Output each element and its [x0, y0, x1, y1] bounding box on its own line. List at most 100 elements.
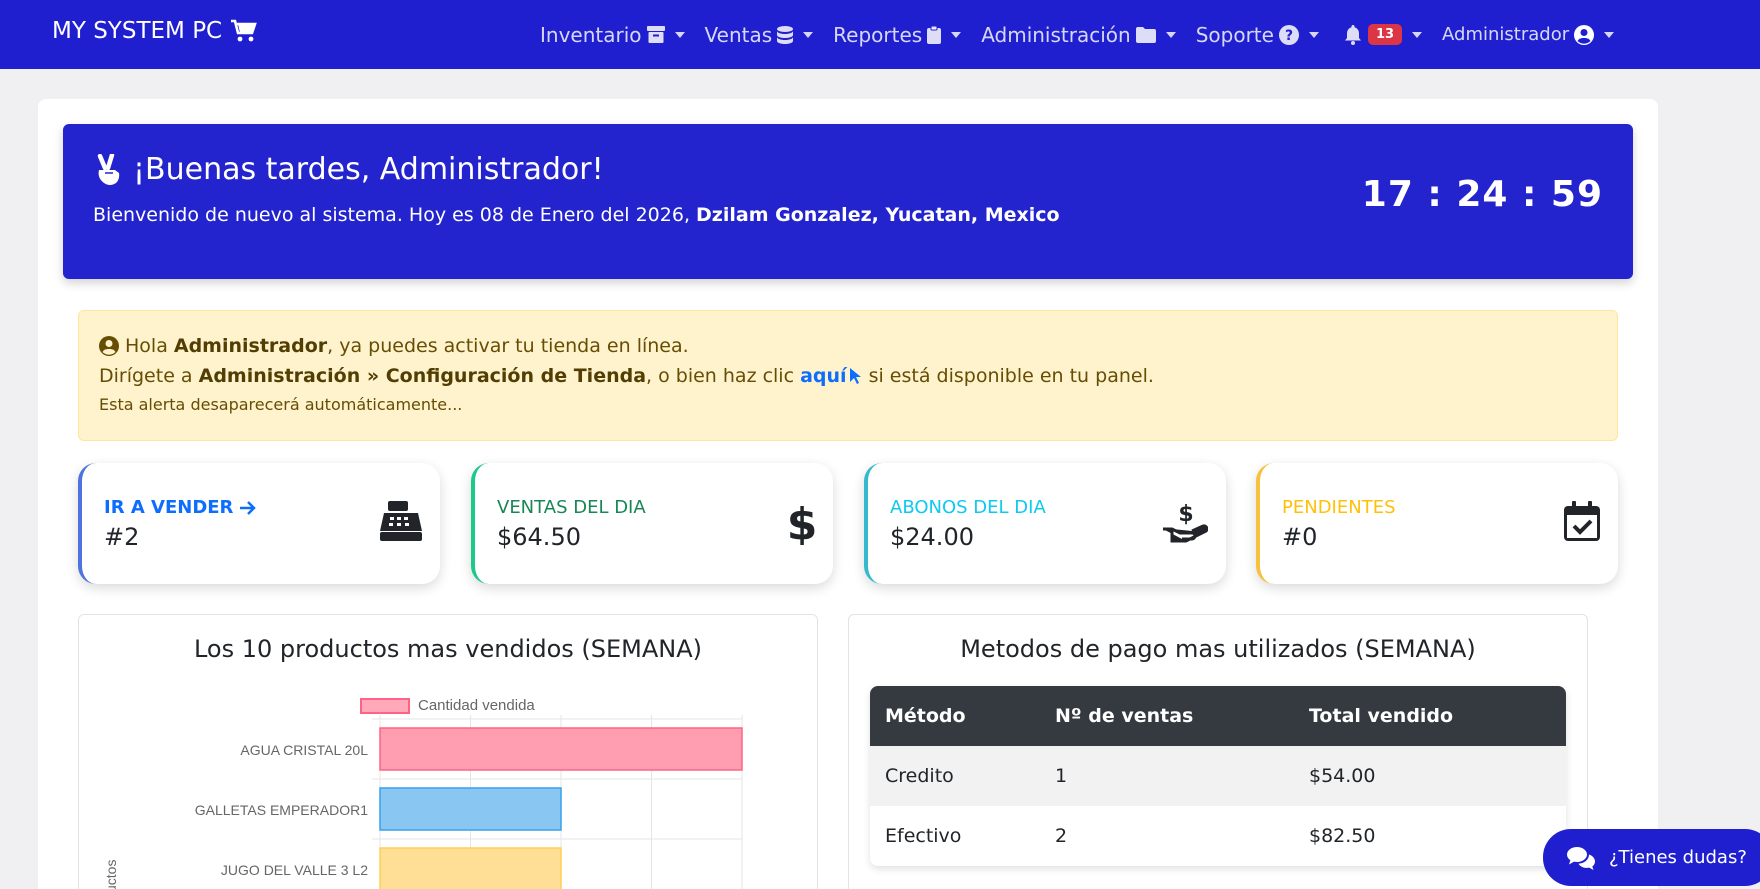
card-label: PENDIENTES [1282, 497, 1396, 518]
nav-user-menu[interactable]: Administrador [1442, 24, 1615, 45]
cash-register-icon [380, 501, 422, 541]
chevron-down-icon [1165, 31, 1176, 38]
welcome-banner: ¡Buenas tardes, Administrador! Bienvenid… [63, 124, 1633, 279]
shopping-cart-icon [231, 19, 257, 42]
card-value: #0 [1282, 523, 1318, 551]
legend-swatch [360, 697, 410, 714]
archive-icon [646, 26, 665, 43]
welcome-subtitle: Bienvenido de nuevo al sistema. Hoy es 0… [93, 204, 1060, 226]
card-label: IR A VENDER [104, 497, 257, 518]
table-cell: Credito [870, 746, 1040, 806]
card-abonos-del-dia[interactable]: ABONOS DEL DIA $24.00 $ [864, 463, 1226, 584]
cursor-pointer-icon [849, 368, 861, 384]
table-cell: 1 [1040, 746, 1294, 806]
category-label: AGUA CRISTAL 20L [240, 742, 368, 758]
table-cell: $82.50 [1294, 806, 1566, 866]
bar-1[interactable] [379, 727, 743, 771]
category-label: GALLETAS EMPERADOR1 [195, 802, 368, 818]
top-navbar: MY SYSTEM PC Inventario Ventas Reportes … [0, 0, 1760, 69]
nav-ventas-label: Ventas [704, 22, 773, 47]
card-pendientes[interactable]: PENDIENTES #0 [1256, 463, 1618, 584]
card-ventas-del-dia[interactable]: VENTAS DEL DIA $64.50 $ [471, 463, 833, 584]
nav-inventario[interactable]: Inventario [540, 23, 685, 47]
nav-administracion[interactable]: Administración [981, 23, 1176, 47]
chevron-down-icon [674, 31, 685, 38]
svg-text:$: $ [1178, 502, 1193, 527]
table-cell: 2 [1040, 806, 1294, 866]
payments-title: Metodos de pago mas utilizados (SEMANA) [960, 635, 1476, 663]
table-header: Total vendido [1294, 686, 1566, 746]
clipboard-icon [927, 25, 942, 44]
table-row: Efectivo 2 $82.50 [870, 806, 1566, 866]
store-alert: Hola Administrador, ya puedes activar tu… [78, 310, 1618, 441]
chevron-down-icon [1308, 31, 1319, 38]
peace-hand-icon [97, 153, 120, 185]
nav-notifications[interactable]: 13 [1339, 24, 1423, 45]
bar-2[interactable] [379, 787, 562, 831]
nav-reportes[interactable]: Reportes [833, 22, 962, 47]
calendar-check-icon [1564, 501, 1600, 541]
nav-soporte-label: Soporte [1195, 22, 1274, 47]
alert-text: Dirígete a [99, 365, 199, 387]
svg-text:?: ? [1285, 28, 1293, 44]
folder-icon [1135, 26, 1156, 43]
greeting-text: ¡Buenas tardes, Administrador! [133, 152, 604, 187]
comments-icon [1567, 846, 1595, 870]
card-value: $64.50 [497, 523, 581, 551]
chat-help-label: ¿Tienes dudas? [1609, 847, 1747, 868]
top-products-chart: AGUA CRISTAL 20L GALLETAS EMPERADOR1 JUGO … [103, 715, 743, 889]
table-header-row: Método Nº de ventas Total vendido [870, 686, 1566, 746]
database-icon [777, 25, 794, 44]
nav-administracion-label: Administración [981, 22, 1131, 47]
alert-user: Administrador [173, 335, 328, 357]
chart-legend[interactable]: Cantidad vendida [360, 697, 535, 714]
table-row: Credito 1 $54.00 [870, 746, 1566, 806]
alert-link-aqui[interactable]: aquí [800, 361, 846, 391]
bell-icon [1344, 24, 1361, 45]
chat-help-button[interactable]: ¿Tienes dudas? [1543, 829, 1760, 886]
nav-reportes-label: Reportes [833, 22, 923, 47]
card-value: #2 [104, 523, 140, 551]
top-products-title: Los 10 productos mas vendidos (SEMANA) [193, 635, 703, 663]
legend-label: Cantidad vendida [418, 697, 535, 714]
nav-user-label: Administrador [1442, 24, 1570, 45]
nav-menu: Inventario Ventas Reportes Administració… [540, 0, 1634, 69]
payments-table: Método Nº de ventas Total vendido Credit… [870, 686, 1566, 866]
arrow-right-icon [240, 500, 257, 515]
table-cell: $54.00 [1294, 746, 1566, 806]
brand-logo[interactable]: MY SYSTEM PC [52, 18, 258, 44]
clock: 17 : 24 : 59 [1361, 174, 1603, 215]
y-axis-label: uctos [103, 860, 119, 889]
table-cell: Efectivo [870, 806, 1040, 866]
chevron-down-icon [803, 31, 814, 38]
nav-inventario-label: Inventario [540, 22, 642, 47]
alert-line-2: Dirígete a Administración » Configuració… [99, 361, 1597, 391]
chevron-down-icon [951, 31, 962, 38]
card-ir-a-vender[interactable]: IR A VENDER #2 [78, 463, 440, 584]
alert-text: si está disponible en tu panel. [862, 365, 1154, 387]
alert-text: , ya puedes activar tu tienda en línea. [327, 335, 689, 357]
chevron-down-icon [1412, 31, 1423, 38]
question-circle-icon: ? [1278, 24, 1299, 45]
card-label: ABONOS DEL DIA [890, 497, 1046, 518]
chevron-down-icon [1604, 31, 1615, 38]
welcome-title: ¡Buenas tardes, Administrador! [93, 152, 604, 187]
table-header: Método [870, 686, 1040, 746]
card-label-text: IR A VENDER [104, 497, 234, 518]
table-header: Nº de ventas [1040, 686, 1294, 746]
svg-text:$: $ [789, 501, 815, 545]
user-circle-icon [1574, 24, 1595, 45]
location-text: Dzilam Gonzalez, Yucatan, Mexico [696, 204, 1060, 226]
card-value: $24.00 [890, 523, 974, 551]
alert-line-1: Hola Administrador, ya puedes activar tu… [99, 331, 1597, 361]
user-circle-icon [99, 336, 119, 356]
alert-text: Hola [125, 335, 174, 357]
alert-line-3: Esta alerta desaparecerá automáticamente… [99, 395, 463, 414]
dollar-icon: $ [789, 501, 815, 545]
nav-ventas[interactable]: Ventas [705, 23, 814, 47]
brand-name: MY SYSTEM PC [52, 18, 223, 44]
bar-3[interactable] [379, 847, 562, 889]
notification-badge: 13 [1367, 24, 1403, 45]
alert-text: , o bien haz clic [646, 365, 801, 387]
nav-soporte[interactable]: Soporte ? [1196, 23, 1319, 47]
